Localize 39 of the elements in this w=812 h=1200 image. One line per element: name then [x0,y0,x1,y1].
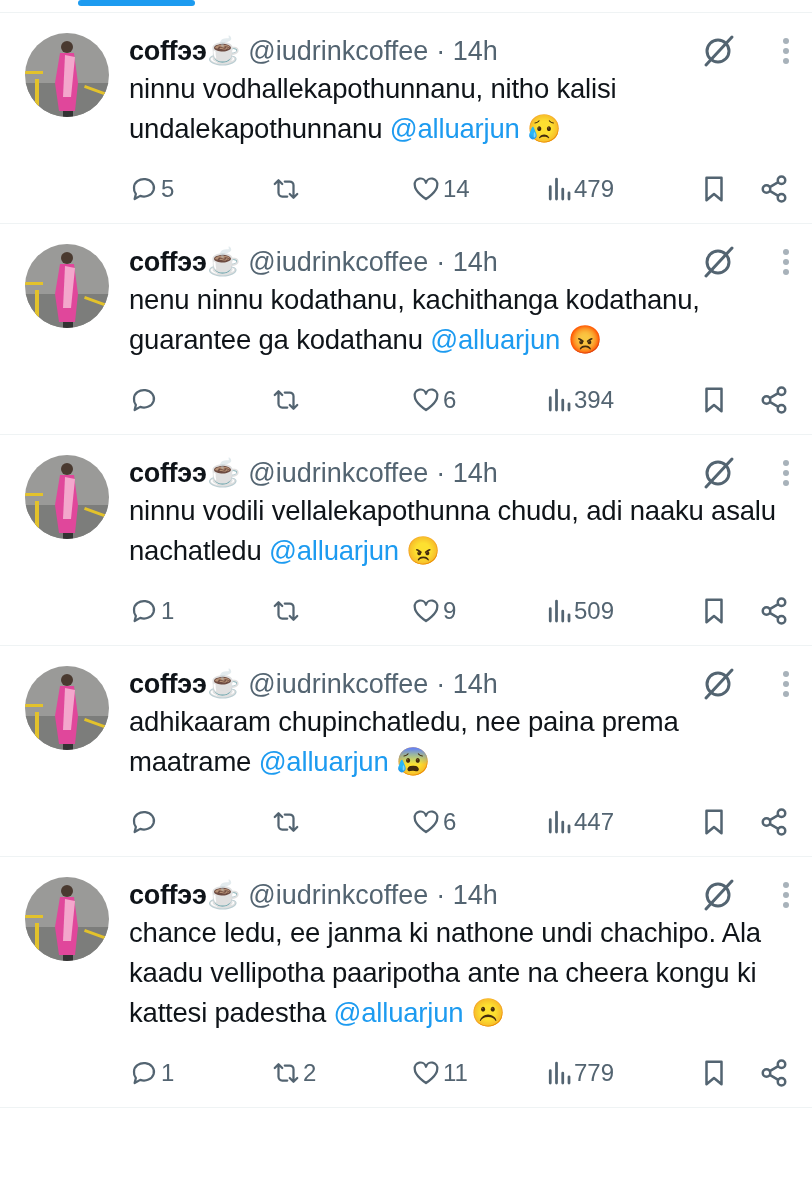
post-text: ninnu vodhallekapothunnanu, nitho kalisi undalekapothunnanu @alluarjun 😥 [129,72,618,146]
display-name[interactable]: coffээ☕ [129,457,241,489]
post-time: · 14h [436,668,498,700]
display-name[interactable]: coffээ☕ [129,879,241,911]
like-stat[interactable]: 11 [411,1058,546,1088]
user-handle[interactable]: @iudrinkcoffee [248,668,429,700]
retweet-stat[interactable]: 2 [271,1058,411,1088]
display-name[interactable]: coffээ☕ [129,668,241,700]
views-stat[interactable]: 394 [546,385,701,415]
user-handle[interactable]: @iudrinkcoffee [248,246,429,278]
share-icon[interactable] [759,807,789,837]
post-time: · 14h [436,879,498,911]
post-text: nenu ninnu kodathanu, kachithanga kodathanu, guarantee ga kodathanu @alluarjun 😡 [129,283,701,357]
post-text: chance ledu, ee janma ki nathone undi chachipo. Ala kaadu vellipotha paaripotha ante na cheera kongu ki kattesi padestha @alluarjun ☹ [129,916,762,1030]
reply-stat[interactable]: 1 [129,1058,271,1088]
user-handle[interactable]: @iudrinkcoffee [248,457,429,489]
post-text: ninnu vodili vellalekapothunna chudu, adi naaku asalu nachatledu @alluarjun 😠 [129,494,777,568]
share-icon[interactable] [759,596,789,626]
views-stat[interactable]: 509 [546,596,701,626]
user-handle[interactable]: @iudrinkcoffee [248,879,429,911]
share-icon[interactable] [759,385,789,415]
views-stat[interactable]: 447 [546,807,701,837]
like-stat[interactable]: 9 [411,596,546,626]
views-stat[interactable]: 779 [546,1058,701,1088]
share-icon[interactable] [759,1058,789,1088]
post-text: adhikaaram chupinchatledu, nee paina prema maatrame @alluarjun 😰 [129,705,680,779]
share-icon[interactable] [759,174,789,204]
user-handle[interactable]: @iudrinkcoffee [248,35,429,67]
reply-stat[interactable]: 1 [129,596,271,626]
like-stat[interactable]: 14 [411,174,546,204]
post-time: · 14h [436,457,498,489]
post-time: · 14h [436,35,498,67]
display-name[interactable]: coffээ☕ [129,246,241,278]
views-stat[interactable]: 479 [546,174,701,204]
like-stat[interactable]: 6 [411,807,546,837]
like-stat[interactable]: 6 [411,385,546,415]
reply-stat[interactable]: 5 [129,174,271,204]
display-name[interactable]: coffээ☕ [129,35,241,67]
post-time: · 14h [436,246,498,278]
